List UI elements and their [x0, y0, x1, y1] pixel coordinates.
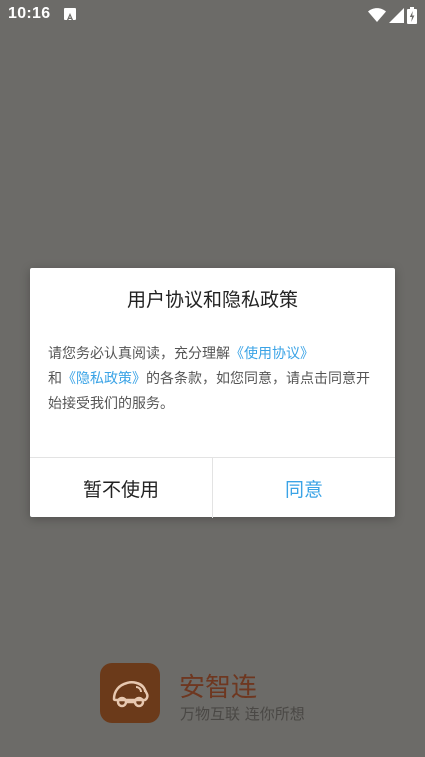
status-time: 10:16 [8, 5, 51, 22]
body-text-1: 请您务必认真阅读，充分理解 [48, 346, 230, 362]
status-bar: 10:16 [0, 0, 425, 30]
dialog-actions: 暂不使用 同意 [30, 457, 395, 518]
dialog-body: 请您务必认真阅读，充分理解《使用协议》 和《隐私政策》的各条款，如您同意，请点击同… [48, 342, 376, 417]
app-slogan: 万物互联 连你所想 [180, 705, 305, 723]
app-name: 安智连 [179, 673, 258, 703]
user-agreement-link[interactable]: 《使用协议》 [230, 346, 314, 362]
status-icons [368, 6, 417, 24]
signal-icon [389, 7, 404, 23]
splash-brand: 安智连 万物互联 连你所想 [100, 663, 360, 725]
privacy-policy-link[interactable]: 《隐私政策》 [62, 371, 146, 387]
battery-charging-icon [407, 6, 417, 24]
agree-button[interactable]: 同意 [213, 458, 395, 518]
dialog-title: 用户协议和隐私政策 [126, 289, 298, 311]
agreement-dialog: 用户协议和隐私政策 请您务必认真阅读，充分理解《使用协议》 和《隐私政策》的各条款… [30, 268, 395, 518]
body-text-2: 和 [48, 371, 62, 387]
a-notification-icon [64, 8, 76, 21]
decline-button[interactable]: 暂不使用 [30, 458, 213, 518]
wifi-icon [368, 7, 386, 23]
car-connect-logo-icon [100, 663, 160, 723]
screen: 10:16 安智连 万物互联 连你所想 用户协议和隐私政策 请您务必认真阅读，充… [0, 0, 425, 757]
